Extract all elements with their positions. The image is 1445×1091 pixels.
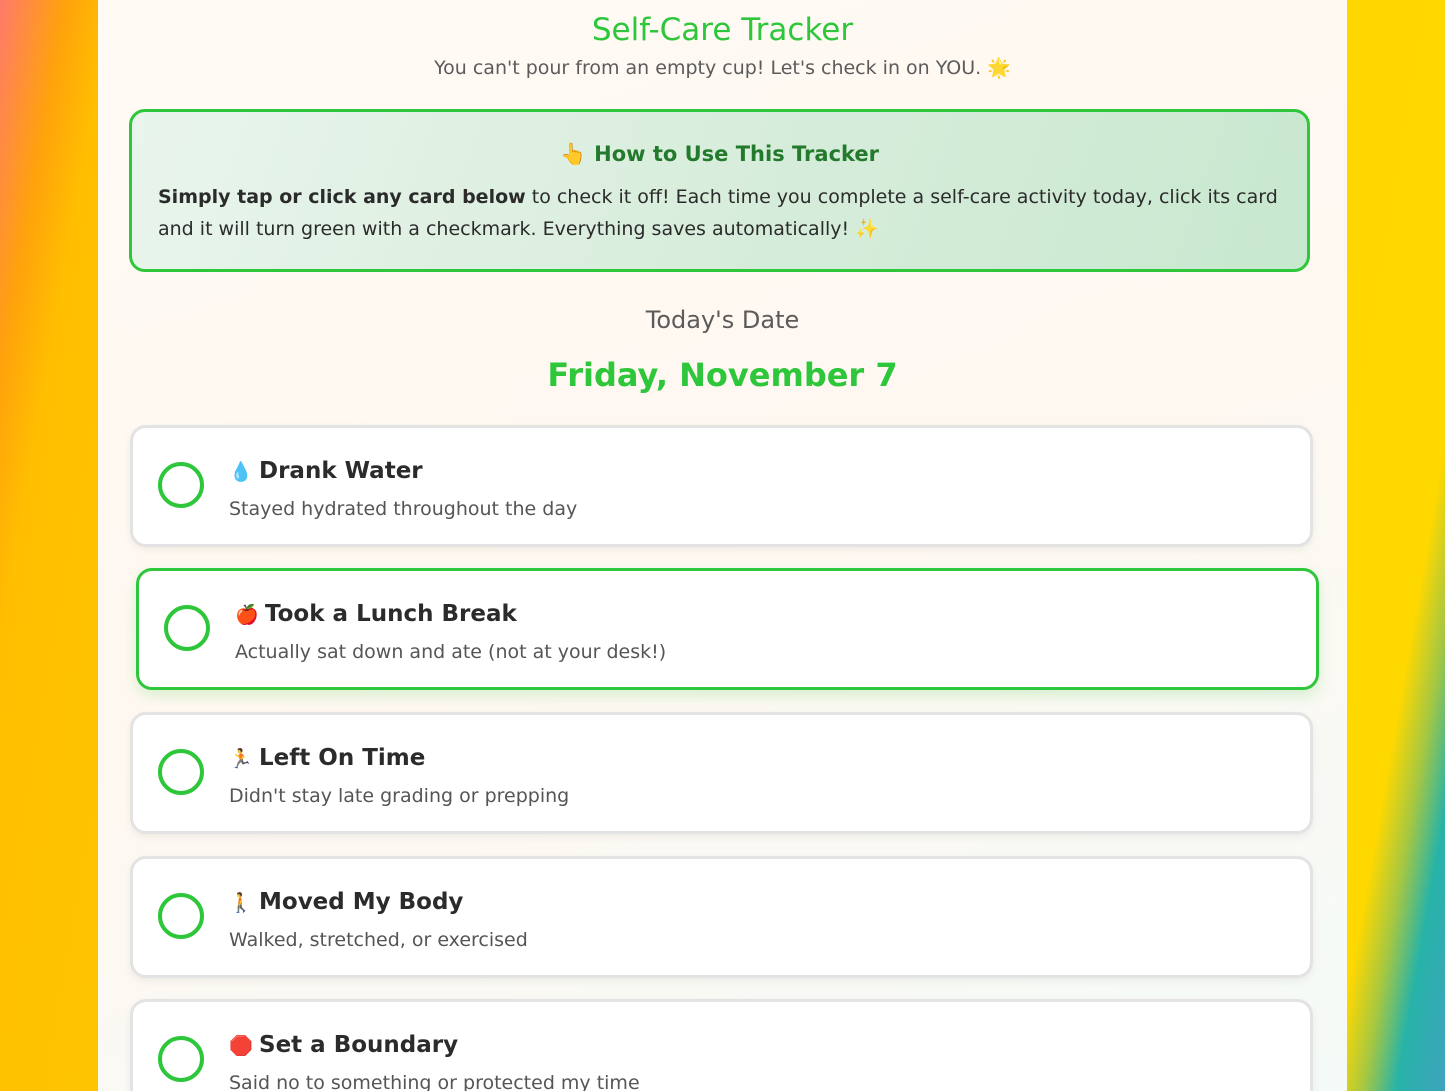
card-description: Actually sat down and ate (not at your d… bbox=[235, 641, 667, 663]
apple-icon: 🍎 bbox=[235, 604, 259, 626]
card-title-text: Moved My Body bbox=[259, 889, 464, 915]
card-description: Walked, stretched, or exercised bbox=[229, 929, 528, 951]
card-set-boundary[interactable]: 🛑 Set a Boundary Said no to something or … bbox=[130, 999, 1313, 1091]
walking-person-icon: 🚶 bbox=[229, 892, 253, 914]
how-to-bold-text: Simply tap or click any card below bbox=[158, 186, 526, 208]
page-title: Self-Care Tracker bbox=[591, 12, 854, 48]
card-title-text: Drank Water bbox=[259, 458, 423, 484]
checkbox-circle-icon[interactable] bbox=[158, 893, 204, 939]
how-to-title: 👆 How to Use This Tracker bbox=[158, 142, 1281, 167]
water-drop-icon: 💧 bbox=[229, 461, 253, 483]
card-drank-water[interactable]: 💧 Drank Water Stayed hydrated throughout … bbox=[130, 425, 1313, 547]
card-moved-my-body[interactable]: 🚶 Moved My Body Walked, stretched, or exe… bbox=[130, 856, 1313, 978]
card-title: 🚶 Moved My Body bbox=[229, 889, 463, 915]
card-title: 💧 Drank Water bbox=[229, 458, 423, 484]
checkbox-circle-icon[interactable] bbox=[164, 605, 210, 651]
how-to-title-text: How to Use This Tracker bbox=[594, 142, 880, 166]
card-title: 🍎 Took a Lunch Break bbox=[235, 601, 517, 627]
how-to-text: Simply tap or click any card below to ch… bbox=[158, 181, 1281, 245]
date-label: Today's Date bbox=[645, 306, 800, 334]
card-title-text: Took a Lunch Break bbox=[265, 601, 517, 627]
checkbox-circle-icon[interactable] bbox=[158, 1036, 204, 1082]
how-to-box: 👆 How to Use This Tracker Simply tap or c… bbox=[129, 109, 1310, 272]
subtitle-text: You can't pour from an empty cup! Let's … bbox=[434, 57, 982, 79]
date-value: Friday, November 7 bbox=[547, 356, 898, 394]
checkbox-circle-icon[interactable] bbox=[158, 462, 204, 508]
card-title-text: Set a Boundary bbox=[259, 1032, 459, 1058]
star-icon: 🌟 bbox=[987, 57, 1011, 79]
card-lunch-break[interactable]: 🍎 Took a Lunch Break Actually sat down an… bbox=[136, 568, 1319, 690]
card-title: 🛑 Set a Boundary bbox=[229, 1032, 458, 1058]
stop-sign-icon: 🛑 bbox=[229, 1035, 253, 1057]
sparkles-icon: ✨ bbox=[855, 218, 879, 240]
pointing-finger-icon: 👆 bbox=[559, 142, 587, 166]
card-left-on-time[interactable]: 🏃 Left On Time Didn't stay late grading o… bbox=[130, 712, 1313, 834]
page-subtitle: You can't pour from an empty cup! Let's … bbox=[98, 56, 1347, 79]
card-description: Said no to something or protected my tim… bbox=[229, 1072, 640, 1091]
checkbox-circle-icon[interactable] bbox=[158, 749, 204, 795]
card-title: 🏃 Left On Time bbox=[229, 745, 425, 771]
main-panel: Self-Care Tracker You can't pour from an… bbox=[98, 0, 1347, 1091]
card-description: Didn't stay late grading or prepping bbox=[229, 785, 570, 807]
card-description: Stayed hydrated throughout the day bbox=[229, 498, 578, 520]
card-title-text: Left On Time bbox=[259, 745, 426, 771]
running-person-icon: 🏃 bbox=[229, 748, 253, 770]
